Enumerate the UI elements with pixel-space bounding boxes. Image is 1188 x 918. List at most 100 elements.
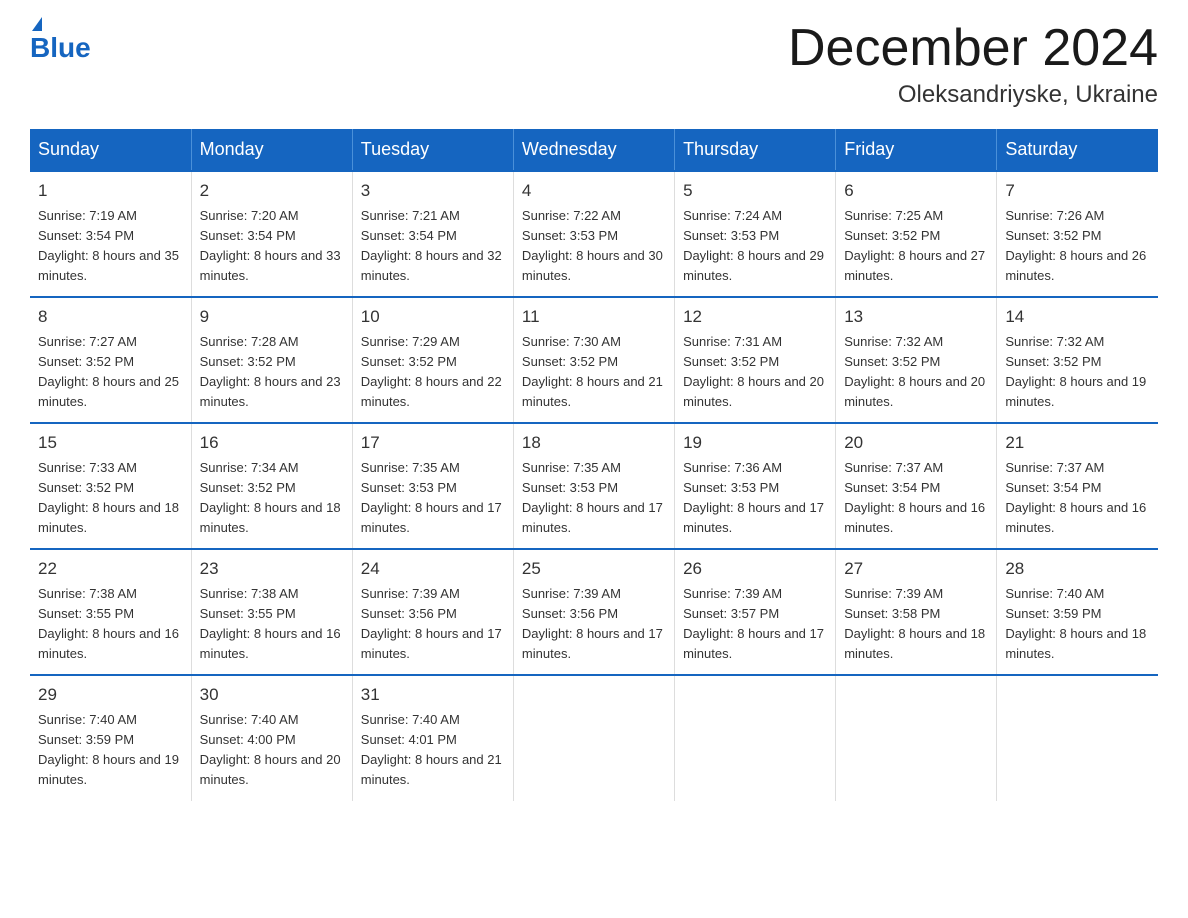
calendar-cell: 28 Sunrise: 7:40 AMSunset: 3:59 PMDaylig…: [997, 549, 1158, 675]
day-info: Sunrise: 7:22 AMSunset: 3:53 PMDaylight:…: [522, 206, 666, 287]
page-header: Blue December 2024 Oleksandriyske, Ukrai…: [30, 20, 1158, 109]
day-number: 3: [361, 178, 505, 204]
day-info: Sunrise: 7:27 AMSunset: 3:52 PMDaylight:…: [38, 332, 183, 413]
day-number: 23: [200, 556, 344, 582]
location-title: Oleksandriyske, Ukraine: [788, 81, 1158, 109]
calendar-cell: 13 Sunrise: 7:32 AMSunset: 3:52 PMDaylig…: [836, 297, 997, 423]
calendar-cell: [836, 675, 997, 800]
weekday-header-thursday: Thursday: [675, 129, 836, 171]
day-number: 27: [844, 556, 988, 582]
day-number: 5: [683, 178, 827, 204]
calendar-cell: 29 Sunrise: 7:40 AMSunset: 3:59 PMDaylig…: [30, 675, 191, 800]
calendar-cell: 7 Sunrise: 7:26 AMSunset: 3:52 PMDayligh…: [997, 171, 1158, 297]
calendar-cell: 4 Sunrise: 7:22 AMSunset: 3:53 PMDayligh…: [513, 171, 674, 297]
calendar-cell: 6 Sunrise: 7:25 AMSunset: 3:52 PMDayligh…: [836, 171, 997, 297]
day-info: Sunrise: 7:39 AMSunset: 3:58 PMDaylight:…: [844, 584, 988, 665]
weekday-header-wednesday: Wednesday: [513, 129, 674, 171]
weekday-header-row: SundayMondayTuesdayWednesdayThursdayFrid…: [30, 129, 1158, 171]
day-info: Sunrise: 7:28 AMSunset: 3:52 PMDaylight:…: [200, 332, 344, 413]
day-info: Sunrise: 7:19 AMSunset: 3:54 PMDaylight:…: [38, 206, 183, 287]
day-number: 25: [522, 556, 666, 582]
calendar-cell: 19 Sunrise: 7:36 AMSunset: 3:53 PMDaylig…: [675, 423, 836, 549]
day-number: 2: [200, 178, 344, 204]
calendar-cell: 25 Sunrise: 7:39 AMSunset: 3:56 PMDaylig…: [513, 549, 674, 675]
day-info: Sunrise: 7:40 AMSunset: 3:59 PMDaylight:…: [1005, 584, 1150, 665]
calendar-table: SundayMondayTuesdayWednesdayThursdayFrid…: [30, 129, 1158, 800]
day-number: 15: [38, 430, 183, 456]
day-info: Sunrise: 7:38 AMSunset: 3:55 PMDaylight:…: [38, 584, 183, 665]
day-info: Sunrise: 7:29 AMSunset: 3:52 PMDaylight:…: [361, 332, 505, 413]
day-number: 24: [361, 556, 505, 582]
day-number: 7: [1005, 178, 1150, 204]
day-info: Sunrise: 7:31 AMSunset: 3:52 PMDaylight:…: [683, 332, 827, 413]
day-info: Sunrise: 7:35 AMSunset: 3:53 PMDaylight:…: [522, 458, 666, 539]
calendar-week-row: 22 Sunrise: 7:38 AMSunset: 3:55 PMDaylig…: [30, 549, 1158, 675]
weekday-header-sunday: Sunday: [30, 129, 191, 171]
calendar-cell: 26 Sunrise: 7:39 AMSunset: 3:57 PMDaylig…: [675, 549, 836, 675]
calendar-cell: 16 Sunrise: 7:34 AMSunset: 3:52 PMDaylig…: [191, 423, 352, 549]
calendar-cell: 21 Sunrise: 7:37 AMSunset: 3:54 PMDaylig…: [997, 423, 1158, 549]
calendar-cell: 10 Sunrise: 7:29 AMSunset: 3:52 PMDaylig…: [352, 297, 513, 423]
calendar-cell: 22 Sunrise: 7:38 AMSunset: 3:55 PMDaylig…: [30, 549, 191, 675]
month-title: December 2024: [788, 20, 1158, 77]
calendar-cell: [675, 675, 836, 800]
day-info: Sunrise: 7:38 AMSunset: 3:55 PMDaylight:…: [200, 584, 344, 665]
calendar-cell: 11 Sunrise: 7:30 AMSunset: 3:52 PMDaylig…: [513, 297, 674, 423]
weekday-header-saturday: Saturday: [997, 129, 1158, 171]
day-info: Sunrise: 7:32 AMSunset: 3:52 PMDaylight:…: [844, 332, 988, 413]
day-info: Sunrise: 7:39 AMSunset: 3:57 PMDaylight:…: [683, 584, 827, 665]
day-info: Sunrise: 7:39 AMSunset: 3:56 PMDaylight:…: [361, 584, 505, 665]
calendar-week-row: 15 Sunrise: 7:33 AMSunset: 3:52 PMDaylig…: [30, 423, 1158, 549]
day-info: Sunrise: 7:32 AMSunset: 3:52 PMDaylight:…: [1005, 332, 1150, 413]
day-number: 22: [38, 556, 183, 582]
day-number: 17: [361, 430, 505, 456]
day-number: 21: [1005, 430, 1150, 456]
calendar-cell: 14 Sunrise: 7:32 AMSunset: 3:52 PMDaylig…: [997, 297, 1158, 423]
day-number: 8: [38, 304, 183, 330]
calendar-cell: 27 Sunrise: 7:39 AMSunset: 3:58 PMDaylig…: [836, 549, 997, 675]
calendar-cell: 15 Sunrise: 7:33 AMSunset: 3:52 PMDaylig…: [30, 423, 191, 549]
calendar-cell: 20 Sunrise: 7:37 AMSunset: 3:54 PMDaylig…: [836, 423, 997, 549]
calendar-cell: 31 Sunrise: 7:40 AMSunset: 4:01 PMDaylig…: [352, 675, 513, 800]
calendar-cell: 18 Sunrise: 7:35 AMSunset: 3:53 PMDaylig…: [513, 423, 674, 549]
calendar-cell: 17 Sunrise: 7:35 AMSunset: 3:53 PMDaylig…: [352, 423, 513, 549]
day-info: Sunrise: 7:24 AMSunset: 3:53 PMDaylight:…: [683, 206, 827, 287]
calendar-cell: [997, 675, 1158, 800]
day-info: Sunrise: 7:37 AMSunset: 3:54 PMDaylight:…: [844, 458, 988, 539]
day-info: Sunrise: 7:26 AMSunset: 3:52 PMDaylight:…: [1005, 206, 1150, 287]
day-info: Sunrise: 7:40 AMSunset: 3:59 PMDaylight:…: [38, 710, 183, 791]
day-info: Sunrise: 7:40 AMSunset: 4:01 PMDaylight:…: [361, 710, 505, 791]
day-number: 20: [844, 430, 988, 456]
calendar-week-row: 8 Sunrise: 7:27 AMSunset: 3:52 PMDayligh…: [30, 297, 1158, 423]
weekday-header-monday: Monday: [191, 129, 352, 171]
day-number: 29: [38, 682, 183, 708]
calendar-week-row: 29 Sunrise: 7:40 AMSunset: 3:59 PMDaylig…: [30, 675, 1158, 800]
calendar-cell: 30 Sunrise: 7:40 AMSunset: 4:00 PMDaylig…: [191, 675, 352, 800]
day-info: Sunrise: 7:20 AMSunset: 3:54 PMDaylight:…: [200, 206, 344, 287]
day-number: 19: [683, 430, 827, 456]
logo-triangle-icon: [32, 17, 42, 31]
day-number: 4: [522, 178, 666, 204]
day-number: 28: [1005, 556, 1150, 582]
calendar-cell: 1 Sunrise: 7:19 AMSunset: 3:54 PMDayligh…: [30, 171, 191, 297]
day-number: 11: [522, 304, 666, 330]
day-number: 26: [683, 556, 827, 582]
day-number: 14: [1005, 304, 1150, 330]
logo-blue-text: Blue: [30, 34, 91, 62]
day-number: 30: [200, 682, 344, 708]
calendar-cell: 23 Sunrise: 7:38 AMSunset: 3:55 PMDaylig…: [191, 549, 352, 675]
logo: Blue: [30, 20, 91, 62]
day-number: 31: [361, 682, 505, 708]
calendar-cell: 5 Sunrise: 7:24 AMSunset: 3:53 PMDayligh…: [675, 171, 836, 297]
day-info: Sunrise: 7:40 AMSunset: 4:00 PMDaylight:…: [200, 710, 344, 791]
weekday-header-tuesday: Tuesday: [352, 129, 513, 171]
calendar-cell: 3 Sunrise: 7:21 AMSunset: 3:54 PMDayligh…: [352, 171, 513, 297]
day-number: 9: [200, 304, 344, 330]
day-number: 16: [200, 430, 344, 456]
day-info: Sunrise: 7:25 AMSunset: 3:52 PMDaylight:…: [844, 206, 988, 287]
day-info: Sunrise: 7:37 AMSunset: 3:54 PMDaylight:…: [1005, 458, 1150, 539]
day-info: Sunrise: 7:33 AMSunset: 3:52 PMDaylight:…: [38, 458, 183, 539]
calendar-cell: 12 Sunrise: 7:31 AMSunset: 3:52 PMDaylig…: [675, 297, 836, 423]
day-number: 13: [844, 304, 988, 330]
calendar-week-row: 1 Sunrise: 7:19 AMSunset: 3:54 PMDayligh…: [30, 171, 1158, 297]
